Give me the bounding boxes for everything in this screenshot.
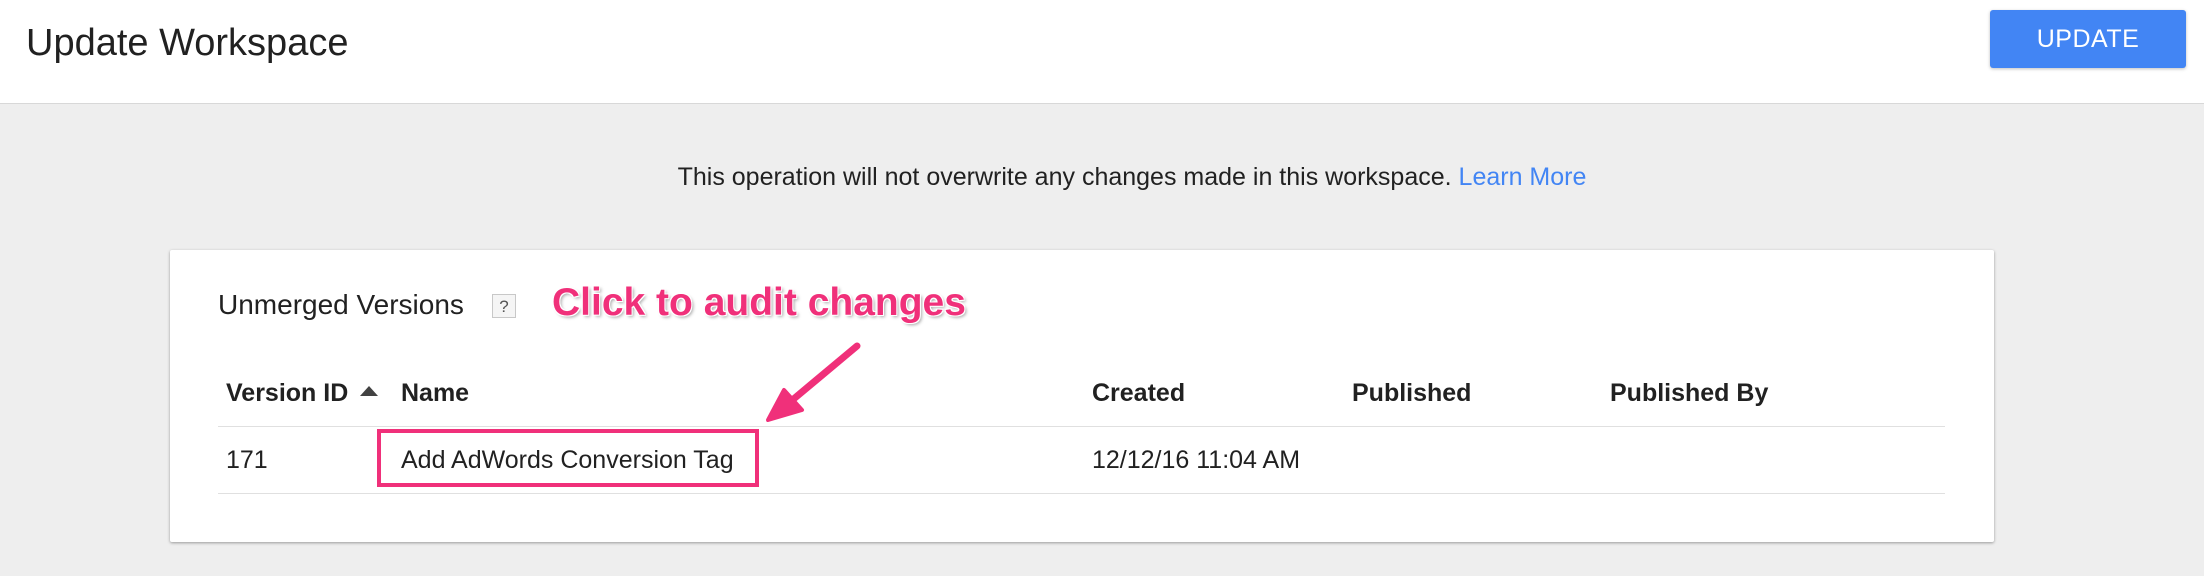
cell-version-id: 171	[226, 446, 268, 474]
column-header-label: Version ID	[226, 379, 349, 407]
notice-message: This operation will not overwrite any ch…	[0, 160, 2204, 194]
column-header-published-by[interactable]: Published By	[1610, 377, 1768, 409]
header-bar: Update Workspace UPDATE	[0, 0, 2204, 104]
question-mark-icon[interactable]: ?	[492, 294, 516, 318]
update-button[interactable]: UPDATE	[1990, 10, 2186, 68]
column-header-created[interactable]: Created	[1092, 377, 1185, 409]
column-header-published[interactable]: Published	[1352, 377, 1471, 409]
column-header-version-id[interactable]: Version ID	[226, 377, 379, 409]
column-header-name[interactable]: Name	[401, 377, 469, 409]
header-divider	[218, 426, 1945, 427]
cell-name-link[interactable]: Add AdWords Conversion Tag	[401, 444, 734, 476]
annotation-callout: Click to audit changes	[552, 281, 966, 324]
page-title: Update Workspace	[26, 22, 349, 64]
sort-ascending-icon	[360, 386, 379, 397]
row-divider	[218, 493, 1945, 494]
card-title: Unmerged Versions	[218, 289, 464, 320]
notice-text: This operation will not overwrite any ch…	[677, 163, 1452, 191]
learn-more-link[interactable]: Learn More	[1459, 163, 1587, 191]
cell-created: 12/12/16 11:04 AM	[1092, 446, 1301, 474]
unmerged-versions-card: Unmerged Versions ? Click to audit chang…	[170, 250, 1994, 542]
